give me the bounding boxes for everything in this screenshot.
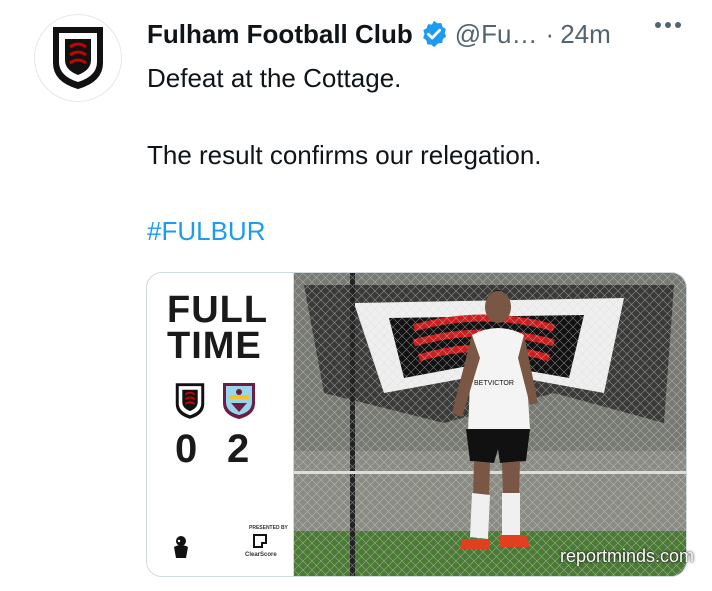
shirt-sponsor: BETVICTOR	[474, 380, 514, 387]
fulham-crest-icon	[175, 383, 205, 419]
author-name[interactable]: Fulham Football Club	[147, 19, 413, 50]
watermark: reportminds.com	[560, 546, 695, 566]
tweet-timestamp[interactable]: 24m	[560, 19, 611, 50]
header-separator: ·	[545, 18, 555, 49]
tweet-text-line-1: Defeat at the Cottage.	[147, 63, 402, 93]
verified-badge-icon	[419, 19, 449, 49]
author-handle[interactable]: @Fu…	[455, 19, 538, 50]
full-time-headline-1: FULL	[167, 289, 269, 331]
tweet-header: Fulham Football Club @Fu… · 24m	[147, 14, 687, 54]
tweet-media-image[interactable]: FULL TIME 0 2 PRESENTED BY ClearScore BE…	[146, 272, 687, 577]
more-options-icon[interactable]	[655, 22, 681, 28]
match-photo: BETVICTOR	[294, 273, 686, 576]
full-time-panel: FULL TIME 0 2 PRESENTED BY ClearScore	[147, 273, 294, 576]
clearscore-logo-icon	[253, 534, 267, 548]
fulham-crest-avatar	[53, 27, 103, 90]
author-avatar[interactable]	[34, 14, 122, 102]
sponsor-name: ClearScore	[245, 552, 277, 558]
full-time-headline-2: TIME	[167, 325, 262, 367]
premier-league-lion-icon	[174, 536, 188, 558]
hashtag-link[interactable]: #FULBUR	[147, 216, 265, 247]
burnley-crest-icon	[223, 383, 255, 419]
away-score: 2	[227, 427, 250, 471]
home-score: 0	[175, 427, 198, 471]
sponsor-caption: PRESENTED BY	[249, 525, 288, 531]
tweet-text-line-2: The result confirms our relegation.	[147, 140, 542, 170]
